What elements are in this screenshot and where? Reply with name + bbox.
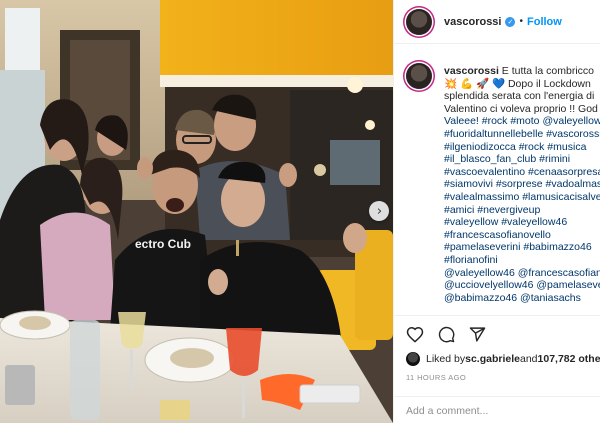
comment-icon[interactable] [438, 326, 455, 343]
caption-line-4[interactable]: Valeee! #rock #moto @valeyellow4 [444, 115, 600, 128]
caption-line-7[interactable]: #il_blasco_fan_club #rimini [444, 153, 600, 166]
author-avatar[interactable] [406, 8, 432, 35]
caption-line-18[interactable]: @babimazzo46 @taniasachs [444, 292, 600, 305]
post-header: vascorossi ✓ • Follow [394, 0, 600, 44]
caption-line-13[interactable]: #francescasofianovello [444, 229, 600, 242]
comment-input[interactable] [406, 404, 591, 417]
shirt-text: ectro Cub [135, 237, 191, 251]
caption-line-14[interactable]: #pamelaseverini #babimazzo46 [444, 241, 600, 254]
action-icons [406, 326, 486, 343]
caption-line-9[interactable]: #siamovivi #sorprese #vadoalmas [444, 178, 600, 191]
caption-username[interactable]: vascorossi [444, 65, 499, 77]
group-photo-illustration: ectro Cub [0, 0, 393, 423]
caption-line-12[interactable]: #valeyellow #valeyellow46 [444, 216, 600, 229]
caption-text: vascorossi E tutta la combricco 💥 💪 🚀 💙 … [444, 65, 600, 304]
caption-area: vascorossi E tutta la combricco 💥 💪 🚀 💙 … [394, 45, 600, 315]
caption-line-0: vascorossi E tutta la combricco [444, 65, 594, 77]
caption-line-11[interactable]: #amici #nevergiveup [444, 204, 600, 217]
caption-line-1: 💥 💪 🚀 💙 Dopo il Lockdown [444, 77, 591, 90]
liked-prefix: Liked by [426, 353, 466, 365]
post-sidebar: vascorossi ✓ • Follow vascorossi E tutta… [393, 0, 600, 423]
caption-line-16[interactable]: @valeyellow46 @francescasofiano [444, 267, 600, 280]
caption-line-8[interactable]: #vascoevalentino #cenaasorpresa [444, 166, 600, 179]
follow-button[interactable]: Follow [527, 16, 562, 28]
caption-line-2: splendida serata con l'energia di [444, 90, 595, 103]
liker-username[interactable]: sc.gabriele [465, 353, 520, 365]
heart-icon[interactable] [406, 326, 424, 343]
caption-author-avatar[interactable] [406, 63, 432, 89]
likes-count[interactable]: 107,782 othe [538, 353, 600, 365]
caption-line-6[interactable]: #ilgeniodizocca #rock #musica [444, 141, 600, 154]
next-photo-button[interactable]: › [369, 201, 389, 221]
caption-line-10[interactable]: #valealmassimo #lamusicacisalver [444, 191, 600, 204]
caption-line-15[interactable]: #florianofini [444, 254, 600, 267]
chevron-right-icon: › [376, 203, 383, 219]
caption-line-17[interactable]: @ucciovelyellow46 @pamelaseverini [444, 279, 600, 292]
comment-box [394, 396, 600, 423]
share-icon[interactable] [469, 326, 486, 343]
liked-and: and [519, 353, 538, 365]
verified-badge-icon: ✓ [505, 16, 516, 27]
caption-line-3: Valentino ci voleva proprio !! God B [444, 102, 600, 115]
liker-avatar[interactable] [406, 352, 420, 366]
separator-dot: • [519, 16, 523, 27]
author-username[interactable]: vascorossi [444, 16, 501, 28]
instagram-post: ectro Cub › vascorossi ✓ • Follow vascor… [0, 0, 600, 423]
liked-by: Liked by sc.gabriele and 107,782 othe [406, 352, 600, 366]
post-timestamp[interactable]: 11 HOURS AGO [406, 373, 466, 382]
post-photo[interactable]: ectro Cub › [0, 0, 393, 423]
caption-line-5[interactable]: #fuoridaltunnellebelle #vascorossi [444, 128, 600, 141]
post-actions: Liked by sc.gabriele and 107,782 othe 11… [394, 315, 600, 423]
